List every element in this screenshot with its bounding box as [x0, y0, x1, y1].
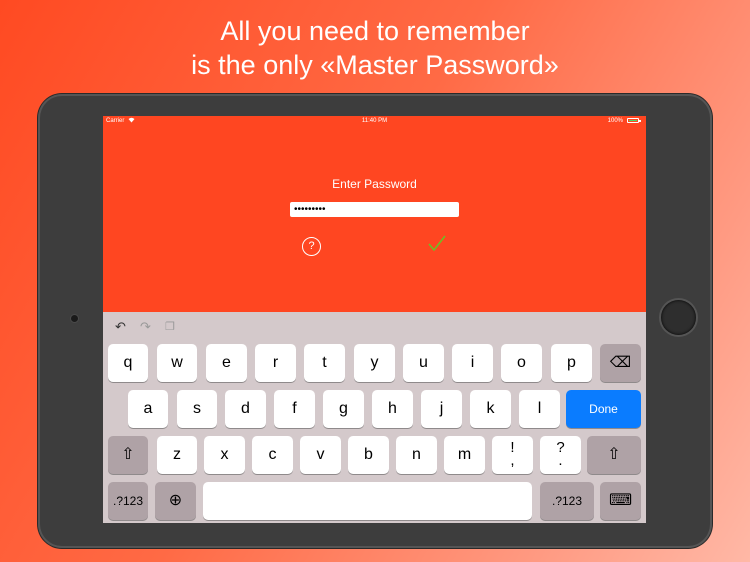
key-o[interactable]: o: [501, 344, 542, 382]
status-bar: Carrier 11:40 PM 100%: [103, 116, 646, 127]
key-x[interactable]: x: [204, 436, 245, 474]
keyboard: ↶ ↷ ❐ q w e r t y u i o p ⌫ a s d f g h …: [103, 312, 646, 523]
key-f[interactable]: f: [274, 390, 315, 428]
numbers-key-left[interactable]: .?123: [108, 482, 148, 520]
key-l[interactable]: l: [519, 390, 560, 428]
key-v[interactable]: v: [300, 436, 341, 474]
key-bottom-char: .: [558, 452, 563, 469]
globe-key[interactable]: ⊕: [155, 482, 196, 520]
key-n[interactable]: n: [396, 436, 437, 474]
key-bottom-char: ,: [510, 452, 515, 469]
undo-icon[interactable]: ↶: [115, 319, 126, 335]
globe-icon: ⊕: [168, 492, 183, 509]
paste-icon[interactable]: ❐: [165, 320, 175, 333]
key-u[interactable]: u: [403, 344, 444, 382]
help-button[interactable]: ?: [302, 237, 321, 256]
shift-icon: ⇧: [121, 446, 135, 463]
key-z[interactable]: z: [157, 436, 197, 474]
shift-key-left[interactable]: ⇧: [108, 436, 148, 474]
key-h[interactable]: h: [372, 390, 413, 428]
battery-percent: 100%: [607, 118, 623, 124]
redo-icon[interactable]: ↷: [140, 319, 151, 335]
checkmark-icon: [428, 235, 446, 252]
confirm-button[interactable]: [426, 232, 448, 254]
done-key[interactable]: Done: [566, 390, 641, 428]
key-question-period[interactable]: ? .: [540, 436, 581, 474]
key-j[interactable]: j: [421, 390, 462, 428]
headline-line-2: is the only «Master Password»: [191, 50, 559, 80]
numbers-key-right[interactable]: .?123: [540, 482, 594, 520]
key-e[interactable]: e: [206, 344, 247, 382]
key-p[interactable]: p: [551, 344, 592, 382]
key-r[interactable]: r: [255, 344, 296, 382]
dismiss-keyboard-key[interactable]: ⌨: [600, 482, 641, 520]
battery-icon: [627, 118, 641, 123]
headline-line-1: All you need to remember: [220, 16, 530, 46]
key-d[interactable]: d: [225, 390, 266, 428]
home-button[interactable]: [661, 300, 696, 335]
headline: All you need to remember is the only «Ma…: [0, 14, 750, 82]
key-c[interactable]: c: [252, 436, 293, 474]
delete-key[interactable]: ⌫: [600, 344, 641, 382]
key-w[interactable]: w: [157, 344, 197, 382]
delete-icon: ⌫: [609, 354, 632, 371]
key-exclaim-comma[interactable]: ! ,: [492, 436, 533, 474]
key-g[interactable]: g: [323, 390, 364, 428]
key-t[interactable]: t: [304, 344, 345, 382]
ipad-frame: Carrier 11:40 PM 100% Enter Password ? ↶…: [38, 94, 712, 548]
status-time: 11:40 PM: [361, 118, 388, 124]
enter-password-label: Enter Password: [332, 177, 417, 191]
key-y[interactable]: y: [354, 344, 395, 382]
screen: Carrier 11:40 PM 100% Enter Password ? ↶…: [103, 116, 646, 523]
space-key[interactable]: [203, 482, 532, 520]
key-b[interactable]: b: [348, 436, 389, 474]
password-field[interactable]: [290, 202, 459, 217]
camera: [71, 315, 78, 322]
key-a[interactable]: a: [128, 390, 168, 428]
keyboard-icon: ⌨: [608, 492, 633, 509]
shift-key-right[interactable]: ⇧: [587, 436, 641, 474]
key-m[interactable]: m: [444, 436, 485, 474]
shift-icon: ⇧: [607, 446, 621, 463]
key-k[interactable]: k: [470, 390, 511, 428]
key-i[interactable]: i: [452, 344, 493, 382]
key-q[interactable]: q: [108, 344, 148, 382]
key-s[interactable]: s: [177, 390, 217, 428]
